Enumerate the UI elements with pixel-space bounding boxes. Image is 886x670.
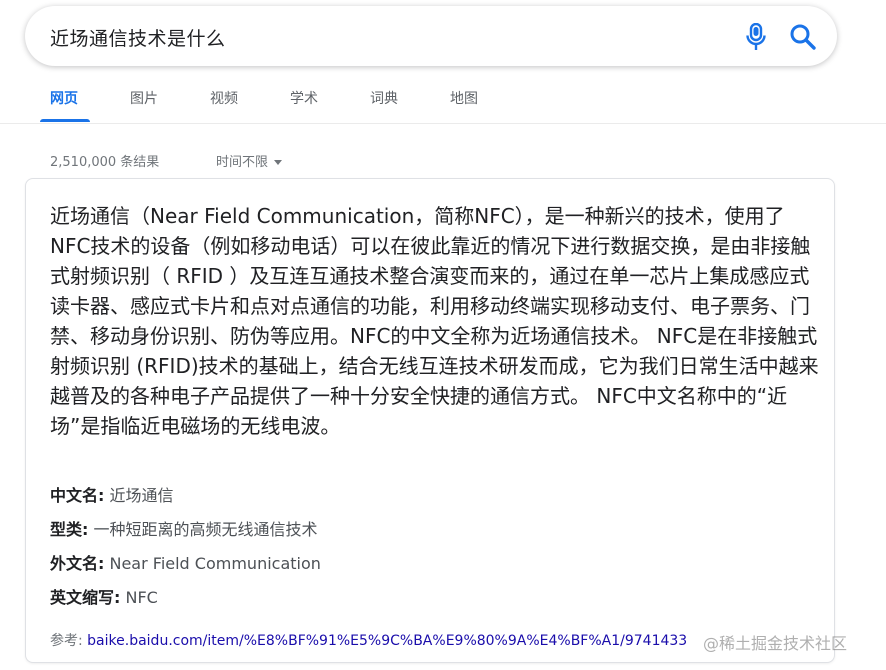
tab-maps[interactable]: 地图 [450,88,478,108]
tab-web[interactable]: 网页 [50,88,78,108]
fact-row: 外文名: Near Field Communication [50,553,820,587]
source-reference: 参考: baike.baidu.com/item/%E8%BF%91%E5%9C… [50,630,687,650]
time-filter-dropdown[interactable]: 时间不限 [216,151,283,170]
fact-value: NFC [120,588,158,607]
caret-down-icon [274,160,283,165]
fact-list: 中文名: 近场通信 型类: 一种短距离的高频无线通信技术 外文名: Near F… [50,485,820,621]
fact-label: 外文名: [50,554,105,573]
fact-value: Near Field Communication [104,554,321,573]
time-filter-label: 时间不限 [216,155,269,170]
microphone-icon[interactable] [745,22,767,51]
fact-label: 英文缩写: [50,588,121,607]
fact-value: 一种短距离的高频无线通信技术 [88,520,318,539]
watermark: @稀土掘金技术社区 [703,634,848,653]
search-tabs: 网页 图片 视频 学术 词典 地图 [0,66,886,124]
fact-row: 英文缩写: NFC [50,587,820,621]
search-icon[interactable] [789,23,817,51]
result-count: 2,510,000 条结果 [50,155,160,170]
fact-row: 中文名: 近场通信 [50,485,820,519]
tab-videos[interactable]: 视频 [210,88,238,108]
fact-row: 型类: 一种短距离的高频无线通信技术 [50,519,820,553]
fact-value: 近场通信 [104,486,174,505]
answer-description: 近场通信（Near Field Communication，简称NFC），是一种… [50,204,819,438]
tab-dictionary[interactable]: 词典 [370,88,398,108]
tab-images[interactable]: 图片 [130,88,158,108]
fact-label: 中文名: [50,486,105,505]
source-link[interactable]: baike.baidu.com/item/%E8%BF%91%E5%9C%BA%… [87,633,687,649]
source-prefix: 参考: [50,633,88,649]
search-box[interactable]: 近场通信技术是什么 [25,6,837,66]
tab-academic[interactable]: 学术 [290,88,318,108]
search-input[interactable]: 近场通信技术是什么 [50,24,226,51]
active-tab-indicator [40,119,90,122]
fact-label: 型类: [50,520,89,539]
answer-card: 近场通信（Near Field Communication，简称NFC），是一种… [25,178,835,663]
